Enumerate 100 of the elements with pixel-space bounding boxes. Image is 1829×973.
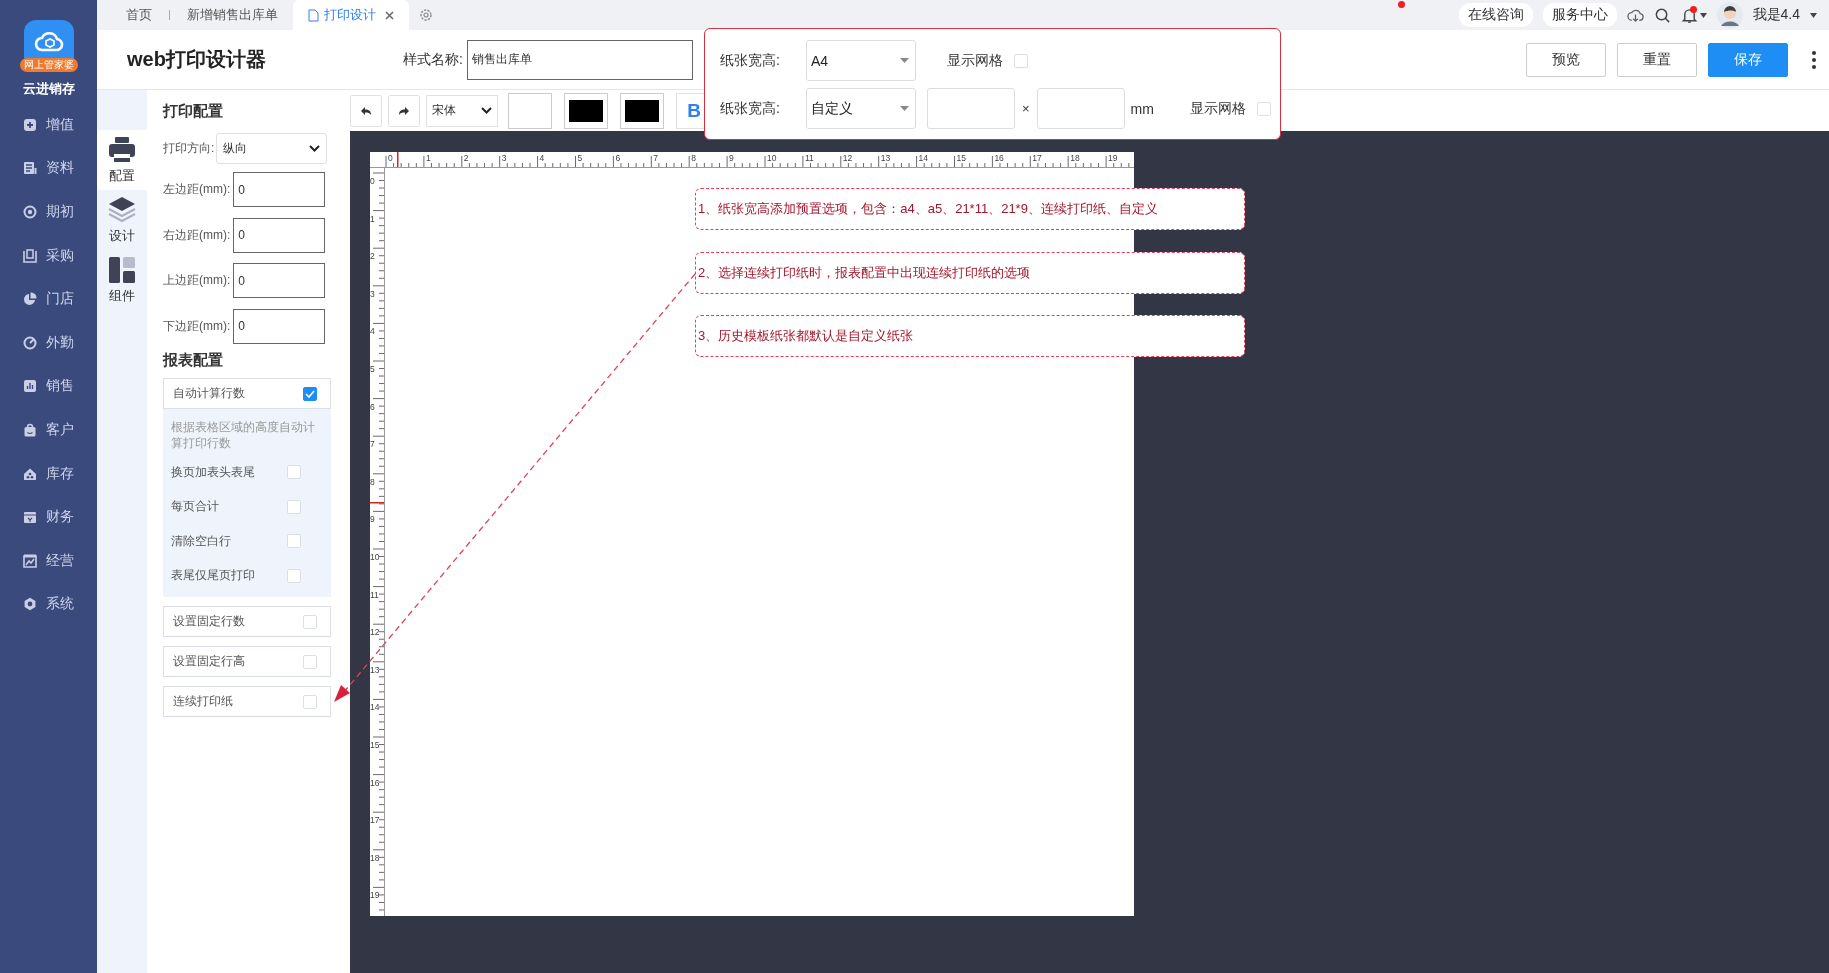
ruler-number: 15	[370, 740, 380, 750]
annotation-note: 1、纸张宽高添加预置选项，包含：a4、a5、21*11、21*9、连续打印纸、自定义	[695, 188, 1245, 230]
chevron-down-icon	[481, 107, 492, 114]
option-row[interactable]: 设置固定行高	[163, 646, 331, 677]
nav-item[interactable]: 增值	[0, 103, 97, 147]
tab[interactable]: 打印设计	[293, 0, 409, 30]
color-picker[interactable]	[620, 92, 664, 129]
header-link[interactable]: 在线咨询	[1458, 3, 1533, 27]
ruler-number: 0	[388, 153, 393, 163]
header-button[interactable]: 重置	[1617, 42, 1697, 77]
header-link[interactable]: 服务中心	[1542, 3, 1617, 27]
ruler-number: 5	[577, 153, 583, 163]
nav-item[interactable]: 系统	[0, 582, 97, 627]
ruler-number: 17	[1032, 153, 1042, 163]
side-tab[interactable]: 配置	[97, 130, 147, 190]
settings-icon[interactable]	[419, 8, 433, 22]
bag-icon	[23, 422, 37, 437]
trend-chart-icon	[23, 553, 37, 568]
nav-item[interactable]: 客户	[0, 408, 97, 452]
checkbox[interactable]	[303, 386, 317, 401]
font-size-field[interactable]	[508, 92, 552, 129]
option-row[interactable]: 设置固定行数	[163, 606, 331, 637]
ruler-number: 12	[370, 627, 380, 638]
nav-item[interactable]: 门店	[0, 277, 97, 321]
field-label: 右边距(mm):	[163, 226, 231, 244]
option-row[interactable]: 连续打印纸	[163, 686, 331, 717]
sub-option[interactable]: 清除空白行	[171, 524, 321, 559]
paper-size-select[interactable]: A4	[806, 40, 916, 81]
margin-field[interactable]: 0	[233, 308, 326, 344]
ruler-number: 6	[615, 153, 621, 163]
gear-icon	[23, 597, 37, 612]
nav-item[interactable]: 库存	[0, 451, 97, 496]
wallet-icon	[23, 510, 37, 525]
ruler-number: 13	[880, 153, 891, 163]
ruler-number: 18	[1070, 153, 1080, 163]
printer-icon	[108, 135, 136, 164]
times-sign: ×	[1022, 101, 1030, 116]
ruler-number: 10	[767, 153, 777, 163]
caret-icon	[900, 58, 909, 63]
field-label: 样式名称:	[402, 50, 463, 69]
nav-item[interactable]: 外勤	[0, 320, 97, 365]
redo-button[interactable]	[388, 94, 420, 127]
ruler-number: 8	[691, 153, 696, 163]
caret-icon	[900, 106, 909, 111]
field-label: 纸张宽高:	[720, 51, 781, 70]
grid-label: 显示网格	[947, 51, 1003, 70]
height-field[interactable]	[1036, 88, 1125, 129]
header-button[interactable]: 预览	[1526, 42, 1606, 77]
side-tab[interactable]: 设计	[97, 190, 147, 250]
margin-field[interactable]: 0	[233, 263, 326, 299]
font-select[interactable]: 宋体	[426, 94, 498, 127]
undo-icon	[360, 105, 372, 116]
field-label: 打印方向:	[163, 139, 215, 157]
undo-button[interactable]	[350, 94, 382, 127]
style-name-field[interactable]: 销售出库单	[466, 39, 693, 80]
ruler-number: 9	[729, 153, 734, 163]
nav-item[interactable]: 资料	[0, 146, 97, 191]
color-picker[interactable]	[564, 92, 608, 129]
ruler-number: 1	[370, 213, 375, 224]
blocks-icon	[108, 255, 136, 284]
search-icon[interactable]	[1653, 6, 1671, 24]
redo-icon	[398, 105, 410, 116]
section-title: 报表配置	[163, 351, 224, 370]
tab[interactable]: 首页	[111, 0, 167, 30]
avatar[interactable]	[1716, 2, 1743, 28]
margin-field[interactable]: 0	[233, 172, 326, 208]
nav-item[interactable]: 采购	[0, 233, 97, 278]
ruler-number: 16	[370, 777, 380, 788]
annotation-note: 2、选择连续打印纸时，报表配置中出现连续打印纸的选项	[695, 251, 1245, 294]
user-name[interactable]: 我是4.4	[1752, 6, 1800, 24]
chevron-down-icon	[309, 144, 321, 152]
paper-size-select[interactable]: 自定义	[806, 88, 916, 129]
side-tab[interactable]: 组件	[97, 250, 147, 310]
page-title: web打印设计器	[127, 47, 266, 72]
margin-field[interactable]: 0	[233, 217, 326, 253]
dial-icon	[23, 335, 37, 350]
tab[interactable]: 新增销售出库单	[172, 0, 293, 30]
target-icon	[23, 205, 37, 219]
app-name: 云进销存	[22, 80, 75, 98]
option-row[interactable]: 自动计算行数	[163, 378, 331, 409]
sub-option[interactable]: 换页加表头表尾	[171, 455, 321, 490]
ruler-number: 4	[539, 153, 545, 163]
nav-item[interactable]: 经营	[0, 538, 97, 583]
nav-item[interactable]: 销售	[0, 364, 97, 409]
sub-option[interactable]: 表尾仅尾页打印	[171, 558, 321, 593]
width-field[interactable]	[927, 88, 1015, 129]
notification-bell-icon[interactable]	[1680, 6, 1707, 24]
nav-item[interactable]: 期初	[0, 190, 97, 234]
more-icon[interactable]	[1811, 49, 1817, 70]
ruler-number: 19	[370, 890, 380, 901]
ruler-number: 15	[956, 153, 966, 163]
field-label: 下边距(mm):	[163, 317, 231, 335]
ruler-number: 4	[370, 326, 375, 337]
sub-option[interactable]: 每页合计	[171, 489, 321, 524]
ruler-number: 7	[370, 439, 375, 450]
close-icon[interactable]	[385, 10, 394, 20]
ruler-number: 14	[918, 153, 929, 163]
caret-icon[interactable]	[1810, 12, 1817, 18]
direction-select[interactable]: 纵向	[216, 132, 328, 164]
nav-item[interactable]: 财务	[0, 495, 97, 539]
